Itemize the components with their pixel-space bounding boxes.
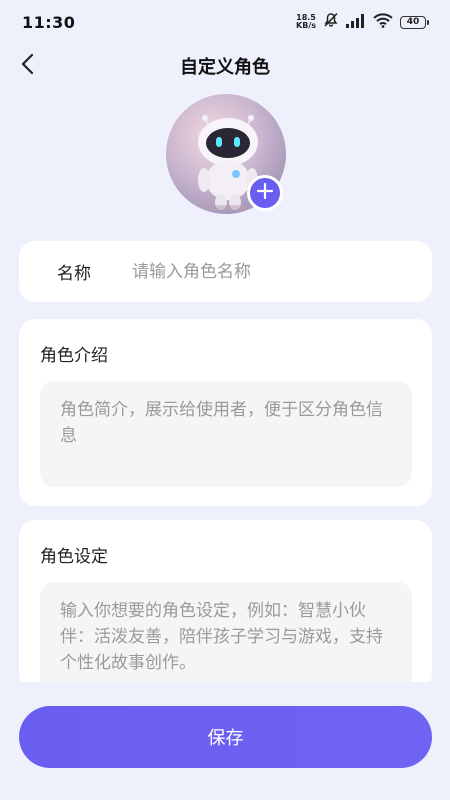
- intro-textarea[interactable]: [40, 381, 412, 487]
- setting-textarea[interactable]: [40, 582, 412, 690]
- plus-icon: [256, 182, 274, 204]
- signal-icon: [346, 13, 366, 32]
- intro-title: 角色介绍: [40, 346, 108, 366]
- network-speed: 18.5 KB/s: [296, 14, 316, 30]
- save-button[interactable]: 保存: [19, 706, 432, 768]
- battery-level: 40: [406, 17, 420, 27]
- avatar-picker[interactable]: [166, 94, 286, 214]
- wifi-icon: [373, 12, 393, 32]
- chevron-left-icon: [20, 53, 36, 79]
- status-time: 11:30: [22, 12, 76, 32]
- name-input[interactable]: [132, 261, 392, 282]
- status-icons: 18.5 KB/s 40: [296, 12, 429, 32]
- intro-card: 角色介绍: [19, 319, 432, 506]
- setting-card: 角色设定: [19, 520, 432, 690]
- back-button[interactable]: [14, 52, 42, 80]
- network-speed-unit: KB/s: [296, 21, 316, 30]
- add-avatar-button[interactable]: [247, 175, 283, 211]
- nav-bar: 自定义角色: [0, 44, 450, 88]
- battery-icon: 40: [400, 15, 429, 29]
- setting-title: 角色设定: [40, 547, 108, 567]
- name-label: 名称: [57, 264, 91, 284]
- status-bar: 11:30 18.5 KB/s 40: [0, 0, 450, 44]
- page-title: 自定义角色: [180, 57, 270, 78]
- mute-bell-icon: [323, 12, 339, 32]
- name-card: 名称: [19, 241, 432, 302]
